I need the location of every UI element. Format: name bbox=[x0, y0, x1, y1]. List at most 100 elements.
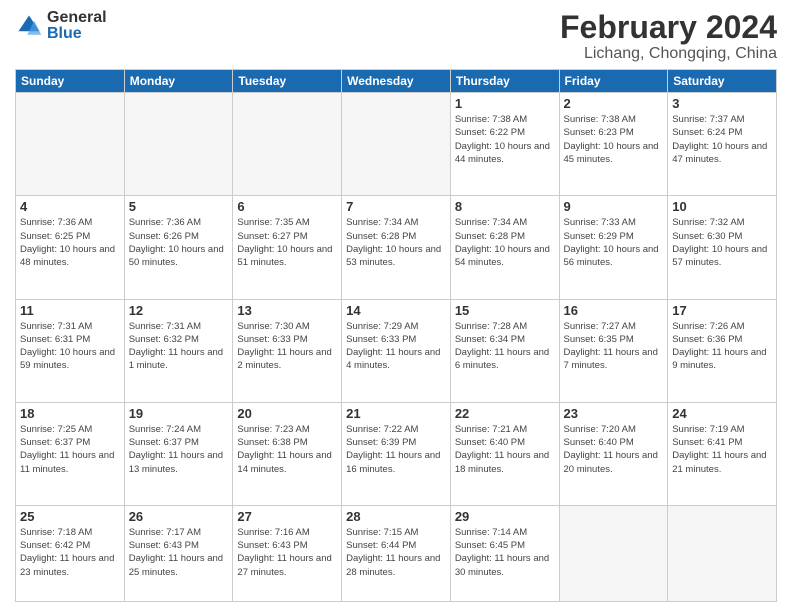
week-row-0: 1 Sunrise: 7:38 AM Sunset: 6:22 PM Daylig… bbox=[16, 93, 777, 196]
day-number: 18 bbox=[20, 406, 120, 421]
day-number: 17 bbox=[672, 303, 772, 318]
day-info: Sunrise: 7:38 AM Sunset: 6:23 PM Dayligh… bbox=[564, 113, 664, 166]
day-info: Sunrise: 7:15 AM Sunset: 6:44 PM Dayligh… bbox=[346, 526, 446, 579]
day-info: Sunrise: 7:34 AM Sunset: 6:28 PM Dayligh… bbox=[455, 216, 555, 269]
calendar-cell: 16 Sunrise: 7:27 AM Sunset: 6:35 PM Dayli… bbox=[559, 299, 668, 402]
calendar-cell: 8 Sunrise: 7:34 AM Sunset: 6:28 PM Daylig… bbox=[450, 196, 559, 299]
calendar-cell: 19 Sunrise: 7:24 AM Sunset: 6:37 PM Dayli… bbox=[124, 402, 233, 505]
calendar-cell: 23 Sunrise: 7:20 AM Sunset: 6:40 PM Dayli… bbox=[559, 402, 668, 505]
calendar-cell bbox=[233, 93, 342, 196]
calendar-cell bbox=[668, 505, 777, 601]
calendar-cell bbox=[124, 93, 233, 196]
week-row-3: 18 Sunrise: 7:25 AM Sunset: 6:37 PM Dayli… bbox=[16, 402, 777, 505]
calendar-cell: 12Sunrise: 7:31 AM Sunset: 6:32 PM Dayli… bbox=[124, 299, 233, 402]
day-info: Sunrise: 7:20 AM Sunset: 6:40 PM Dayligh… bbox=[564, 423, 664, 476]
calendar-cell: 2 Sunrise: 7:38 AM Sunset: 6:23 PM Daylig… bbox=[559, 93, 668, 196]
calendar-cell bbox=[559, 505, 668, 601]
day-number: 15 bbox=[455, 303, 555, 318]
day-info: Sunrise: 7:21 AM Sunset: 6:40 PM Dayligh… bbox=[455, 423, 555, 476]
location-title: Lichang, Chongqing, China bbox=[560, 45, 777, 63]
day-number: 10 bbox=[672, 199, 772, 214]
day-number: 27 bbox=[237, 509, 337, 524]
day-number: 8 bbox=[455, 199, 555, 214]
day-info: Sunrise: 7:31 AM Sunset: 6:32 PM Dayligh… bbox=[129, 320, 229, 373]
day-info: Sunrise: 7:16 AM Sunset: 6:43 PM Dayligh… bbox=[237, 526, 337, 579]
day-info: Sunrise: 7:23 AM Sunset: 6:38 PM Dayligh… bbox=[237, 423, 337, 476]
day-info: Sunrise: 7:30 AM Sunset: 6:33 PM Dayligh… bbox=[237, 320, 337, 373]
day-number: 26 bbox=[129, 509, 229, 524]
day-number: 13 bbox=[237, 303, 337, 318]
day-number: 29 bbox=[455, 509, 555, 524]
day-number: 14 bbox=[346, 303, 446, 318]
day-number: 24 bbox=[672, 406, 772, 421]
calendar-cell: 3Sunrise: 7:37 AM Sunset: 6:24 PM Daylig… bbox=[668, 93, 777, 196]
day-info: Sunrise: 7:25 AM Sunset: 6:37 PM Dayligh… bbox=[20, 423, 120, 476]
day-info: Sunrise: 7:26 AM Sunset: 6:36 PM Dayligh… bbox=[672, 320, 772, 373]
calendar-cell: 9Sunrise: 7:33 AM Sunset: 6:29 PM Daylig… bbox=[559, 196, 668, 299]
title-section: February 2024 Lichang, Chongqing, China bbox=[560, 10, 777, 63]
day-info: Sunrise: 7:36 AM Sunset: 6:25 PM Dayligh… bbox=[20, 216, 120, 269]
calendar-cell: 25Sunrise: 7:18 AM Sunset: 6:42 PM Dayli… bbox=[16, 505, 125, 601]
calendar-cell: 7 Sunrise: 7:34 AM Sunset: 6:28 PM Daylig… bbox=[342, 196, 451, 299]
day-header-friday: Friday bbox=[559, 70, 668, 93]
day-number: 16 bbox=[564, 303, 664, 318]
day-info: Sunrise: 7:35 AM Sunset: 6:27 PM Dayligh… bbox=[237, 216, 337, 269]
day-number: 28 bbox=[346, 509, 446, 524]
day-info: Sunrise: 7:24 AM Sunset: 6:37 PM Dayligh… bbox=[129, 423, 229, 476]
calendar-cell: 17 Sunrise: 7:26 AM Sunset: 6:36 PM Dayli… bbox=[668, 299, 777, 402]
day-number: 1 bbox=[455, 96, 555, 111]
calendar-cell: 10 Sunrise: 7:32 AM Sunset: 6:30 PM Dayli… bbox=[668, 196, 777, 299]
calendar-cell: 6Sunrise: 7:35 AM Sunset: 6:27 PM Daylig… bbox=[233, 196, 342, 299]
day-info: Sunrise: 7:34 AM Sunset: 6:28 PM Dayligh… bbox=[346, 216, 446, 269]
calendar-header-row: SundayMondayTuesdayWednesdayThursdayFrid… bbox=[16, 70, 777, 93]
calendar-cell: 13 Sunrise: 7:30 AM Sunset: 6:33 PM Dayli… bbox=[233, 299, 342, 402]
calendar-cell: 21Sunrise: 7:22 AM Sunset: 6:39 PM Dayli… bbox=[342, 402, 451, 505]
day-header-sunday: Sunday bbox=[16, 70, 125, 93]
day-number: 25 bbox=[20, 509, 120, 524]
calendar-cell bbox=[16, 93, 125, 196]
day-number: 22 bbox=[455, 406, 555, 421]
week-row-1: 4Sunrise: 7:36 AM Sunset: 6:25 PM Daylig… bbox=[16, 196, 777, 299]
day-info: Sunrise: 7:31 AM Sunset: 6:31 PM Dayligh… bbox=[20, 320, 120, 373]
day-header-monday: Monday bbox=[124, 70, 233, 93]
calendar-cell bbox=[342, 93, 451, 196]
header: General Blue February 2024 Lichang, Chon… bbox=[15, 10, 777, 63]
day-header-thursday: Thursday bbox=[450, 70, 559, 93]
day-info: Sunrise: 7:19 AM Sunset: 6:41 PM Dayligh… bbox=[672, 423, 772, 476]
day-info: Sunrise: 7:17 AM Sunset: 6:43 PM Dayligh… bbox=[129, 526, 229, 579]
day-info: Sunrise: 7:37 AM Sunset: 6:24 PM Dayligh… bbox=[672, 113, 772, 166]
calendar-cell: 27 Sunrise: 7:16 AM Sunset: 6:43 PM Dayli… bbox=[233, 505, 342, 601]
day-info: Sunrise: 7:32 AM Sunset: 6:30 PM Dayligh… bbox=[672, 216, 772, 269]
day-number: 7 bbox=[346, 199, 446, 214]
calendar-cell: 28 Sunrise: 7:15 AM Sunset: 6:44 PM Dayli… bbox=[342, 505, 451, 601]
day-header-tuesday: Tuesday bbox=[233, 70, 342, 93]
day-number: 19 bbox=[129, 406, 229, 421]
day-info: Sunrise: 7:38 AM Sunset: 6:22 PM Dayligh… bbox=[455, 113, 555, 166]
day-info: Sunrise: 7:36 AM Sunset: 6:26 PM Dayligh… bbox=[129, 216, 229, 269]
day-number: 5 bbox=[129, 199, 229, 214]
calendar-cell: 1 Sunrise: 7:38 AM Sunset: 6:22 PM Daylig… bbox=[450, 93, 559, 196]
calendar-cell: 20 Sunrise: 7:23 AM Sunset: 6:38 PM Dayli… bbox=[233, 402, 342, 505]
day-number: 20 bbox=[237, 406, 337, 421]
day-info: Sunrise: 7:27 AM Sunset: 6:35 PM Dayligh… bbox=[564, 320, 664, 373]
week-row-4: 25Sunrise: 7:18 AM Sunset: 6:42 PM Dayli… bbox=[16, 505, 777, 601]
logo-icon bbox=[15, 12, 43, 40]
day-info: Sunrise: 7:22 AM Sunset: 6:39 PM Dayligh… bbox=[346, 423, 446, 476]
page: General Blue February 2024 Lichang, Chon… bbox=[0, 0, 792, 612]
calendar-cell: 15 Sunrise: 7:28 AM Sunset: 6:34 PM Dayli… bbox=[450, 299, 559, 402]
logo: General Blue bbox=[15, 10, 107, 42]
day-number: 23 bbox=[564, 406, 664, 421]
calendar-cell: 5 Sunrise: 7:36 AM Sunset: 6:26 PM Daylig… bbox=[124, 196, 233, 299]
day-number: 9 bbox=[564, 199, 664, 214]
calendar-cell: 14Sunrise: 7:29 AM Sunset: 6:33 PM Dayli… bbox=[342, 299, 451, 402]
day-number: 2 bbox=[564, 96, 664, 111]
calendar-cell: 4Sunrise: 7:36 AM Sunset: 6:25 PM Daylig… bbox=[16, 196, 125, 299]
calendar-cell: 26 Sunrise: 7:17 AM Sunset: 6:43 PM Dayli… bbox=[124, 505, 233, 601]
day-info: Sunrise: 7:28 AM Sunset: 6:34 PM Dayligh… bbox=[455, 320, 555, 373]
logo-text: General Blue bbox=[47, 10, 107, 42]
day-header-wednesday: Wednesday bbox=[342, 70, 451, 93]
logo-general: General bbox=[47, 10, 107, 26]
day-info: Sunrise: 7:14 AM Sunset: 6:45 PM Dayligh… bbox=[455, 526, 555, 579]
calendar-cell: 11Sunrise: 7:31 AM Sunset: 6:31 PM Dayli… bbox=[16, 299, 125, 402]
month-title: February 2024 bbox=[560, 10, 777, 45]
